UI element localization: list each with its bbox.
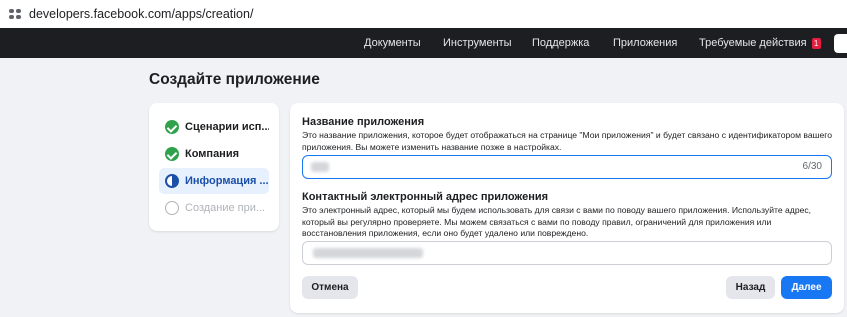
redacted-text [311, 162, 329, 172]
top-navigation: Документы Инструменты Поддержка Приложен… [0, 28, 847, 58]
contact-email-input[interactable] [302, 241, 832, 265]
step-business[interactable]: Компания [159, 141, 269, 167]
app-name-label: Название приложения [302, 116, 425, 128]
nav-tools[interactable]: Инструменты [443, 28, 512, 58]
check-circle-icon [165, 147, 179, 161]
next-button[interactable]: Далее [781, 276, 832, 299]
nav-docs[interactable]: Документы [364, 28, 421, 58]
notification-badge: 1 [811, 37, 821, 49]
step-use-cases[interactable]: Сценарии исп... [159, 114, 269, 140]
half-circle-icon [165, 174, 179, 188]
browser-address-bar[interactable]: developers.facebook.com/apps/creation/ [0, 0, 847, 28]
empty-circle-icon [165, 201, 179, 215]
nav-required-actions-label: Требуемые действия [699, 37, 807, 49]
app-name-description: Это название приложения, которое будет о… [302, 130, 833, 152]
step-app-details[interactable]: Информация ... [159, 168, 269, 194]
step-label: Компания [185, 148, 240, 160]
url-text[interactable]: developers.facebook.com/apps/creation/ [29, 7, 253, 21]
app-name-input[interactable]: 6/30 [302, 155, 832, 179]
step-label: Создание при... [185, 202, 266, 214]
step-label: Сценарии исп... [185, 121, 269, 133]
steps-panel: Сценарии исп... Компания Информация ... … [149, 103, 279, 231]
site-settings-icon[interactable] [9, 8, 21, 20]
contact-email-label: Контактный электронный адрес приложения [302, 191, 549, 203]
page-title: Создайте приложение [149, 71, 320, 88]
back-button[interactable]: Назад [726, 276, 775, 299]
check-circle-icon [165, 120, 179, 134]
cancel-button[interactable]: Отмена [302, 276, 358, 299]
nav-search-box[interactable] [834, 34, 847, 53]
contact-email-description: Это электронный адрес, который мы будем … [302, 205, 812, 238]
char-counter: 6/30 [802, 161, 822, 172]
nav-apps[interactable]: Приложения [613, 28, 677, 58]
step-create-app: Создание при... [159, 195, 269, 221]
app-details-form: Название приложения Это название приложе… [290, 103, 844, 313]
step-label: Информация ... [185, 175, 269, 187]
nav-support[interactable]: Поддержка [532, 28, 589, 58]
nav-required-actions[interactable]: Требуемые действия 1 [699, 28, 821, 58]
redacted-text [313, 248, 423, 258]
